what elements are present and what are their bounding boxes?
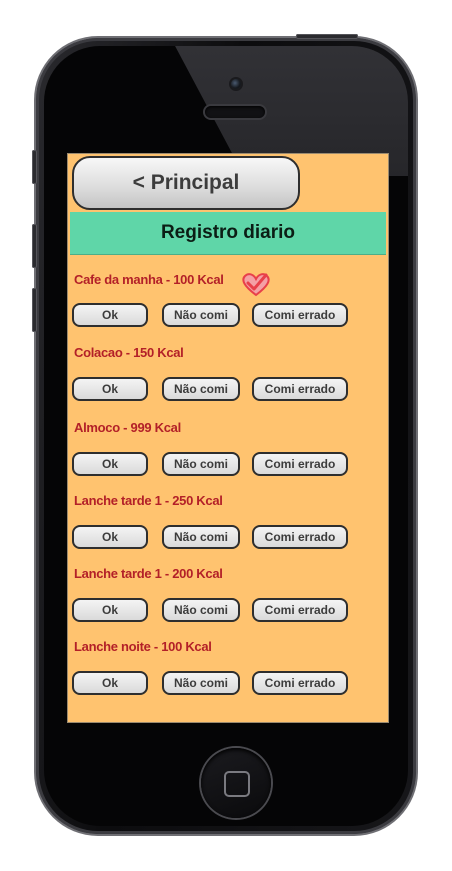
- nao-comi-button-lanche-noite[interactable]: Não comi: [162, 671, 240, 695]
- speaker-grille: [205, 106, 265, 118]
- comi-errado-button-almoco[interactable]: Comi errado: [252, 452, 348, 476]
- app-screen: < Principal Registro diario Cafe da manh…: [67, 153, 389, 723]
- meal-label-almoco: Almoco - 999 Kcal: [74, 420, 181, 435]
- nao-comi-button-lanche-tarde-2[interactable]: Não comi: [162, 598, 240, 622]
- ok-button-lanche-noite[interactable]: Ok: [72, 671, 148, 695]
- meal-label-lanche-tarde-1: Lanche tarde 1 - 250 Kcal: [74, 493, 223, 508]
- comi-errado-button-lanche-noite[interactable]: Comi errado: [252, 671, 348, 695]
- meal-label-lanche-tarde-2: Lanche tarde 1 - 200 Kcal: [74, 566, 223, 581]
- comi-errado-button-lanche-tarde-2[interactable]: Comi errado: [252, 598, 348, 622]
- volume-up-button: [32, 224, 37, 268]
- power-button: [296, 34, 358, 39]
- heart-check-icon: [242, 273, 270, 297]
- volume-down-button: [32, 288, 37, 332]
- ok-button-cafe[interactable]: Ok: [72, 303, 148, 327]
- meal-label-colacao: Colacao - 150 Kcal: [74, 345, 184, 360]
- nao-comi-button-lanche-tarde-1[interactable]: Não comi: [162, 525, 240, 549]
- meal-label-lanche-noite: Lanche noite - 100 Kcal: [74, 639, 212, 654]
- home-button[interactable]: [201, 748, 271, 818]
- home-button-icon: [224, 771, 250, 797]
- nao-comi-button-almoco[interactable]: Não comi: [162, 452, 240, 476]
- back-to-principal-button[interactable]: < Principal: [72, 156, 300, 210]
- comi-errado-button-cafe[interactable]: Comi errado: [252, 303, 348, 327]
- nao-comi-button-cafe[interactable]: Não comi: [162, 303, 240, 327]
- ok-button-almoco[interactable]: Ok: [72, 452, 148, 476]
- page-title: Registro diario: [70, 212, 386, 255]
- comi-errado-button-lanche-tarde-1[interactable]: Comi errado: [252, 525, 348, 549]
- camera-icon: [231, 79, 241, 89]
- ok-button-colacao[interactable]: Ok: [72, 377, 148, 401]
- nao-comi-button-colacao[interactable]: Não comi: [162, 377, 240, 401]
- ok-button-lanche-tarde-2[interactable]: Ok: [72, 598, 148, 622]
- meal-label-cafe: Cafe da manha - 100 Kcal: [74, 272, 224, 287]
- ok-button-lanche-tarde-1[interactable]: Ok: [72, 525, 148, 549]
- comi-errado-button-colacao[interactable]: Comi errado: [252, 377, 348, 401]
- mute-switch: [32, 150, 37, 184]
